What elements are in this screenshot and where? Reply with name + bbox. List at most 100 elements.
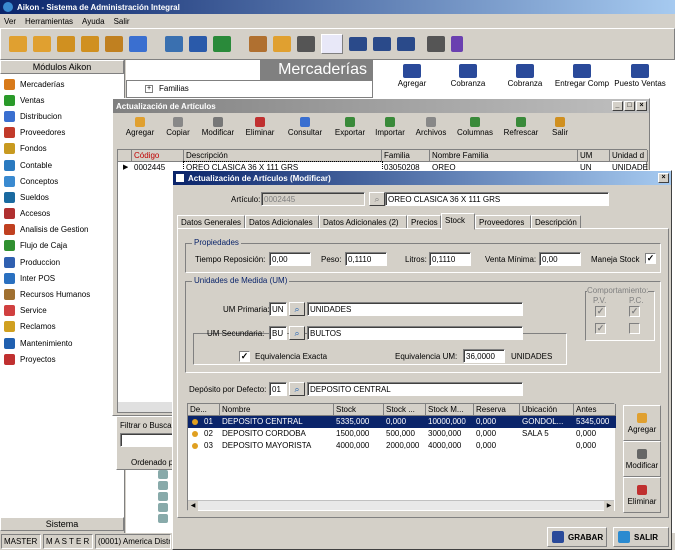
exportar-button[interactable]: Exportar	[333, 117, 367, 145]
sidebar-item-accesos[interactable]: Accesos	[0, 206, 124, 222]
home-icon[interactable]	[105, 36, 123, 52]
folder-key-icon[interactable]	[273, 36, 291, 52]
window-icon[interactable]	[165, 36, 183, 52]
tools-icon[interactable]	[249, 36, 267, 52]
refrescar-button[interactable]: Refrescar	[501, 117, 541, 145]
view-list-icon[interactable]	[373, 37, 391, 51]
articulo-code-field[interactable]: 0002445	[261, 192, 365, 206]
document-icon[interactable]	[158, 470, 168, 479]
um-secundaria-desc[interactable]: BULTOS	[307, 326, 523, 340]
scroll-left-icon[interactable]: ◀	[188, 501, 198, 511]
pc-secondary-checkbox[interactable]	[629, 323, 640, 334]
sidebar-item-analisis-de-gestion[interactable]: Analisis de Gestion	[0, 222, 124, 238]
sidebar-footer[interactable]: Sistema	[0, 517, 124, 531]
equivalencia-exacta-checkbox[interactable]: ✓	[239, 351, 250, 362]
tab-stock[interactable]: Stock	[441, 213, 475, 230]
tree-root[interactable]: Familias	[159, 84, 189, 93]
sidebar-item-proyectos[interactable]: Proyectos	[0, 351, 124, 367]
sidebar-item-inter-pos[interactable]: Inter POS	[0, 270, 124, 286]
um-primaria-desc[interactable]: UNIDADES	[307, 302, 523, 316]
stock-modificar-button[interactable]: Modificar	[623, 441, 661, 477]
folder-open-icon[interactable]	[33, 36, 51, 52]
grabar-button[interactable]: GRABAR	[547, 527, 607, 547]
col-descripcion[interactable]: Descripción	[184, 150, 382, 162]
fingerprint-icon[interactable]	[129, 36, 147, 52]
quick-cobranza-2[interactable]: Cobranza	[498, 60, 552, 98]
stock-agregar-button[interactable]: Agregar	[623, 405, 661, 441]
tab-datos-adicionales-2[interactable]: Datos Adicionales (2)	[319, 215, 407, 229]
filter-input[interactable]	[120, 433, 174, 447]
modificar-button[interactable]: Modificar	[199, 117, 237, 145]
table-row[interactable]: 01 DEPOSITO CENTRAL 5335,000 0,000 10000…	[188, 416, 616, 428]
col-deposito[interactable]: De...	[188, 404, 220, 416]
pv-primary-checkbox[interactable]: ✓	[595, 306, 606, 317]
grid-icon[interactable]	[427, 36, 445, 52]
document-icon[interactable]	[158, 492, 168, 501]
menu-herramientas[interactable]: Herramientas	[25, 17, 73, 26]
equivalencia-um-field[interactable]: 36,0000	[463, 349, 505, 363]
tab-precios[interactable]: Precios	[407, 215, 441, 229]
col-nombre-familia[interactable]: Nombre Familia	[430, 150, 578, 162]
dialog-close-button[interactable]: ×	[658, 173, 669, 183]
table-row[interactable]: 03 DEPOSITO MAYORISTA 4000,000 2000,000 …	[188, 440, 616, 452]
tree-expand-icon[interactable]: +	[145, 85, 153, 93]
col-stock[interactable]: Stock	[334, 404, 384, 416]
menu-salir[interactable]: Salir	[114, 17, 130, 26]
sidebar-item-recursos-humanos[interactable]: Recursos Humanos	[0, 286, 124, 302]
deposito-code-field[interactable]: 01	[269, 382, 287, 396]
col-codigo[interactable]: Código	[132, 150, 184, 162]
tiempo-reposicion-field[interactable]: 0,00	[269, 252, 311, 266]
sidebar-item-flujo-de-caja[interactable]: Flujo de Caja	[0, 238, 124, 254]
view-large-icon[interactable]	[321, 34, 343, 54]
um-secundaria-code[interactable]: BU	[269, 326, 287, 340]
quick-entregar-comp[interactable]: Entregar Comp	[554, 60, 610, 98]
maneja-stock-checkbox[interactable]: ✓	[645, 253, 656, 264]
table-row[interactable]: 02 DEPOSITO CORDOBA 1500,000 500,000 300…	[188, 428, 616, 440]
venta-minima-field[interactable]: 0,00	[539, 252, 581, 266]
scroll-right-icon[interactable]: ▶	[604, 501, 614, 511]
eliminar-button[interactable]: Eliminar	[243, 117, 277, 145]
menu-ayuda[interactable]: Ayuda	[82, 17, 105, 26]
agregar-button[interactable]: Agregar	[123, 117, 157, 145]
word-icon[interactable]	[189, 36, 207, 52]
pv-secondary-checkbox[interactable]: ✓	[595, 323, 606, 334]
stock-eliminar-button[interactable]: Eliminar	[623, 477, 661, 513]
sidebar-header[interactable]: Módulos Aikon	[0, 60, 124, 74]
articulo-lookup-icon[interactable]: ⌕	[369, 192, 385, 206]
peso-field[interactable]: 0,1110	[345, 252, 387, 266]
sidebar-item-proveedores[interactable]: Proveedores	[0, 125, 124, 141]
pc-primary-checkbox[interactable]: ✓	[629, 306, 640, 317]
tab-datos-generales[interactable]: Datos Generales	[177, 215, 245, 229]
deposito-desc-field[interactable]: DEPOSITO CENTRAL	[307, 382, 523, 396]
sidebar-item-ventas[interactable]: Ventas	[0, 92, 124, 108]
col-reserva[interactable]: Reserva	[474, 404, 520, 416]
consultar-button[interactable]: Consultar	[283, 117, 327, 145]
document-icon[interactable]	[158, 514, 168, 523]
quick-cobranza-1[interactable]: Cobranza	[440, 60, 496, 98]
sidebar-item-distribucion[interactable]: Distribucion	[0, 108, 124, 124]
salir-button[interactable]: Salir	[547, 117, 573, 145]
minimize-button[interactable]: _	[612, 101, 623, 111]
sidebar-item-contable[interactable]: Contable	[0, 157, 124, 173]
view-tree-icon[interactable]	[349, 37, 367, 51]
close-button[interactable]: ×	[636, 101, 647, 111]
tab-descripcion[interactable]: Descripción	[531, 215, 581, 229]
col-um[interactable]: UM	[578, 150, 610, 162]
articulo-desc-field[interactable]: OREO CLASICA 36 X 111 GRS	[385, 192, 609, 206]
quick-agregar[interactable]: Agregar	[386, 60, 438, 98]
grid-icon[interactable]	[297, 36, 315, 52]
tab-proveedores[interactable]: Proveedores	[475, 215, 531, 229]
document-icon[interactable]	[158, 481, 168, 490]
sidebar-item-reclamos[interactable]: Reclamos	[0, 319, 124, 335]
sidebar-item-service[interactable]: Service	[0, 303, 124, 319]
salir-dialog-button[interactable]: SALIR	[613, 527, 669, 547]
view-detail-icon[interactable]	[397, 37, 415, 51]
col-familia[interactable]: Familia	[382, 150, 430, 162]
litros-field[interactable]: 0,1110	[429, 252, 471, 266]
col-ubicacion[interactable]: Ubicación	[520, 404, 574, 416]
document-icon[interactable]	[158, 503, 168, 512]
um-primaria-code[interactable]: UN	[269, 302, 287, 316]
sidebar-item-mercader-as[interactable]: Mercaderías	[0, 76, 124, 92]
col-stock-max[interactable]: Stock M...	[426, 404, 474, 416]
quick-puesto-ventas[interactable]: Puesto Ventas	[612, 60, 668, 98]
